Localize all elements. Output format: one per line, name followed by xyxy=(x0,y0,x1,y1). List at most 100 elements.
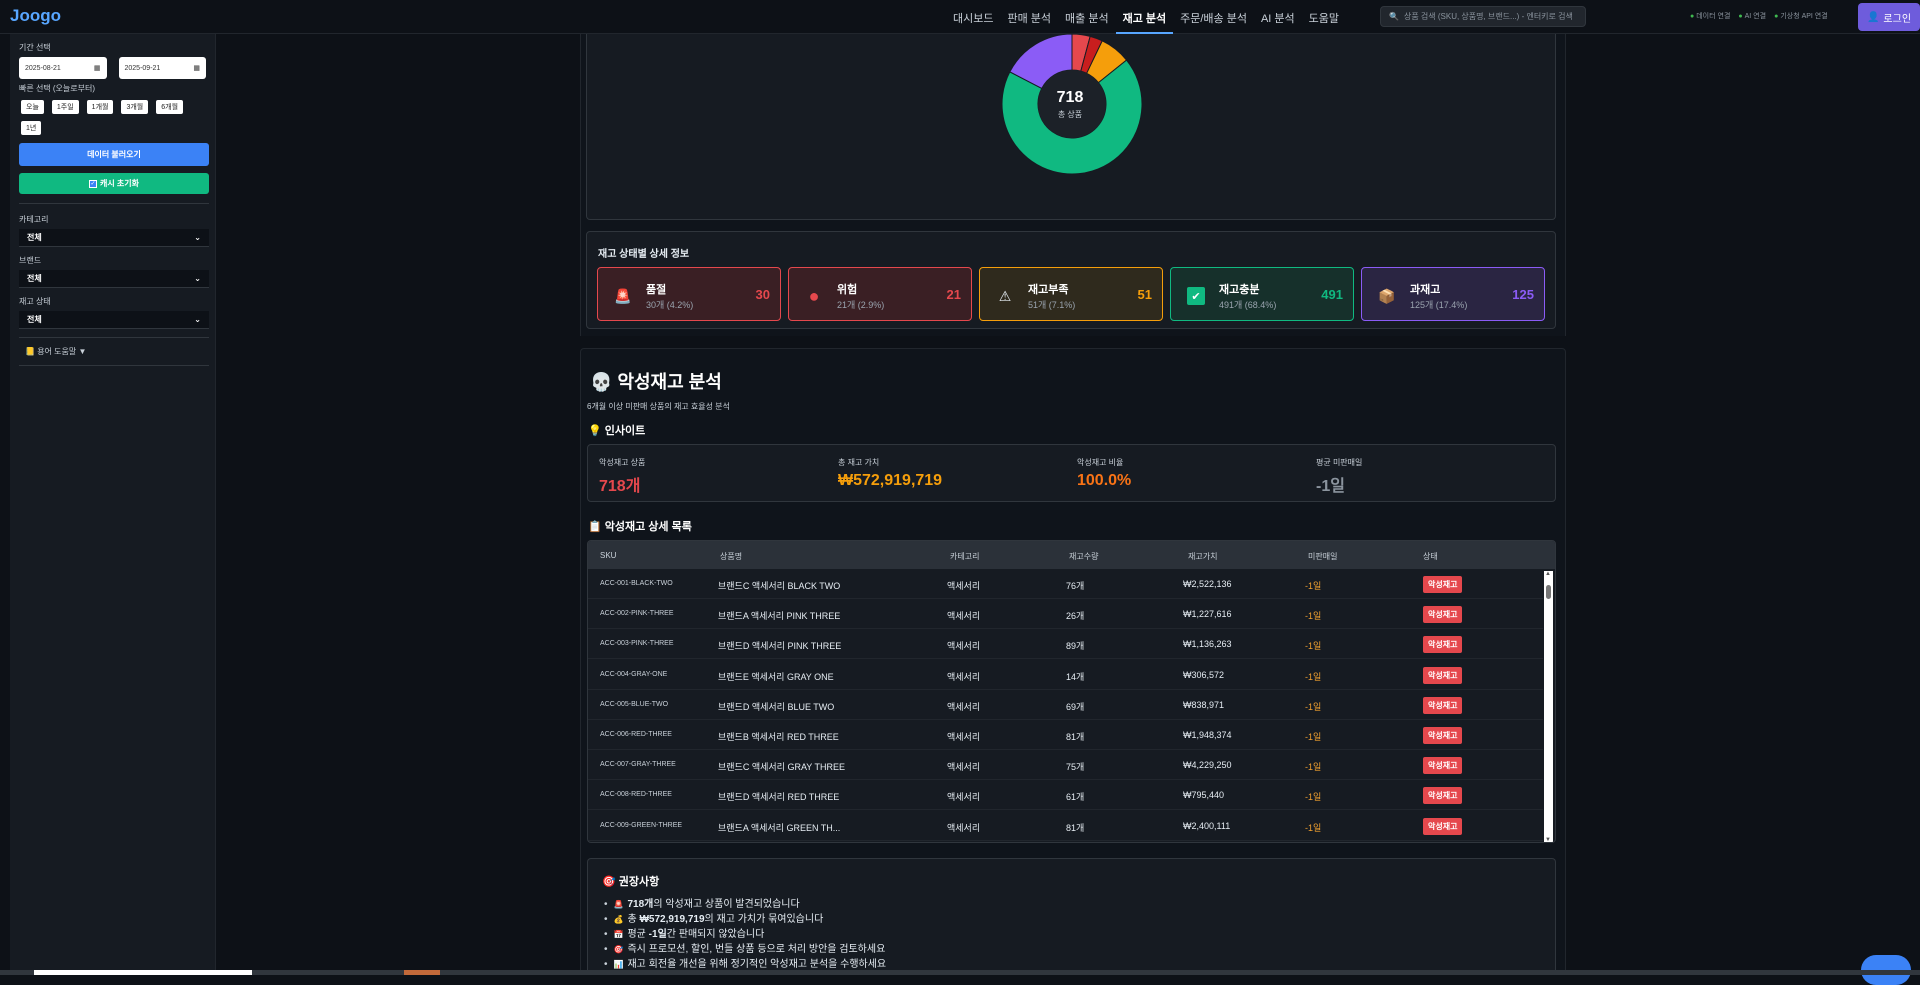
insight-metric: 악성재고 비율 100.0% xyxy=(1077,457,1131,490)
table-row[interactable]: ACC-001-BLACK-TWO 브랜드C 액세서리 BLACK TWO 액세서리… xyxy=(588,569,1543,599)
recommendations-title-text: 권장사항 xyxy=(618,876,660,888)
column-header[interactable]: 미판매일 xyxy=(1308,551,1337,562)
status-value: 491 xyxy=(1321,287,1343,302)
user-icon: 👤 xyxy=(1866,11,1880,23)
recommendation-item: 📅평균 -1일간 판매되지 않았습니다 xyxy=(604,925,886,940)
quick-select-button[interactable]: 1년 xyxy=(21,121,42,135)
insight-panel: 악성재고 상품 718개 총 재고 가치 ₩572,919,719 악성재고 비율 100… xyxy=(587,444,1556,502)
scroll-down-arrow-icon[interactable]: ▼ xyxy=(1545,837,1551,842)
nav-item[interactable]: 대시보드 xyxy=(946,0,1000,34)
nav-item[interactable]: 도움말 xyxy=(1302,0,1346,34)
start-date-input[interactable]: 2025-08-21 ▦ xyxy=(19,57,107,79)
clear-cache-button[interactable]: ✓ 캐시 초기화 xyxy=(19,173,209,194)
cell-category: 액세서리 xyxy=(947,732,981,742)
insight-value: ₩572,919,719 xyxy=(838,472,943,489)
load-data-button[interactable]: 데이터 불러오기 xyxy=(19,143,209,166)
cell-value: ₩306,572 xyxy=(1183,669,1225,680)
column-header[interactable]: 재고수량 xyxy=(1069,551,1098,562)
table-row[interactable]: ACC-008-RED-THREE 브랜드D 액세서리 RED THREE 액세서리… xyxy=(588,780,1543,811)
cell-value: ₩1,948,374 xyxy=(1183,730,1232,740)
cell-category: 액세서리 xyxy=(947,701,981,712)
column-header[interactable]: 재고가치 xyxy=(1188,551,1217,562)
brand-select[interactable]: 전체 ⌄ xyxy=(19,270,209,288)
skull-icon: 💀 xyxy=(590,372,613,392)
column-header[interactable]: 상품명 xyxy=(720,551,742,562)
table-row[interactable]: ACC-002-PINK-THREE 브랜드A 액세서리 PINK THREE 액세… xyxy=(588,599,1543,630)
quick-select-button[interactable]: 3개월 xyxy=(121,100,149,114)
quick-select-button[interactable]: 1개월 xyxy=(86,100,114,114)
table-row[interactable]: ACC-003-PINK-THREE 브랜드D 액세서리 PINK THREE 액세… xyxy=(588,629,1543,660)
stock-status-card[interactable]: 📦 과재고 125개 (17.4%) 125 xyxy=(1361,267,1545,321)
calendar-icon: ▦ xyxy=(93,65,101,72)
insight-value: 100.0% xyxy=(1077,472,1132,489)
status-weather-api: 기상청 API 연결 xyxy=(1774,11,1827,21)
quick-select-button[interactable]: 1주일 xyxy=(51,100,79,114)
cell-value: ₩2,400,111 xyxy=(1183,820,1231,831)
nav-item[interactable]: 매출 분석 xyxy=(1058,0,1116,34)
quick-select-button[interactable]: 6개월 xyxy=(156,100,184,114)
login-label: 로그인 xyxy=(1883,13,1912,25)
nav-item[interactable]: 주문/배송 분석 xyxy=(1173,0,1254,34)
status-name: 위험 xyxy=(837,284,858,296)
recommendation-icon: 📊 xyxy=(613,960,624,969)
dead-stock-subtitle: 6개월 이상 미판매 상품의 재고 효율성 분석 xyxy=(587,402,730,411)
quick-select-button[interactable]: 오늘 xyxy=(21,100,44,114)
stock-status-select[interactable]: 전체 ⌄ xyxy=(19,311,209,329)
cell-value: ₩2,522,136 xyxy=(1183,579,1232,589)
insight-title: 💡 인사이트 xyxy=(588,422,645,438)
table-row[interactable]: ACC-005-BLUE-TWO 브랜드D 액세서리 BLUE TWO 액세서리 69… xyxy=(588,690,1543,720)
recommendation-icon: 💰 xyxy=(613,915,624,924)
cell-qty: 81개 xyxy=(1066,732,1085,742)
stock-status-card[interactable]: ✔ 재고충분 491개 (68.4%) 491 xyxy=(1170,267,1354,321)
status-ai: AI 연결 xyxy=(1738,11,1766,21)
column-header[interactable]: 상태 xyxy=(1423,551,1438,562)
table-row[interactable]: ACC-009-GREEN-THREE 브랜드A 액세서리 GREEN TH...… xyxy=(588,811,1543,841)
cell-days: -1일 xyxy=(1305,792,1322,803)
stock-status-card[interactable]: ⚠ 재고부족 51개 (7.1%) 51 xyxy=(979,267,1163,321)
table-scrollbar[interactable]: ▲ ▼ xyxy=(1544,571,1553,842)
stock-status-card[interactable]: ● 위험 21개 (2.9%) 21 xyxy=(788,267,972,321)
status-count-percent: 51개 (7.1%) xyxy=(1028,300,1076,310)
bottom-scroll-thumb[interactable] xyxy=(34,970,252,975)
login-button[interactable]: 👤 로그인 xyxy=(1858,3,1920,31)
cell-name: 브랜드B 액세서리 RED THREE xyxy=(718,732,839,742)
connection-status: 데이터 연결 AI 연결 기상청 API 연결 xyxy=(1690,11,1827,21)
glossary-help-toggle[interactable]: 📒 용어 도움말 ▼ xyxy=(19,338,209,366)
nav-item[interactable]: 재고 분석 xyxy=(1115,0,1174,34)
table-header: SKU 상품명 카테고리 재고수량 재고가치 미판매일 상태 xyxy=(588,541,1555,569)
cell-category: 액세서리 xyxy=(947,792,981,803)
bottom-scrollbar[interactable] xyxy=(0,970,1920,975)
search-box[interactable]: 🔍 상품 검색 (SKU, 상품명, 브랜드...) - 엔터키로 검색 xyxy=(1380,6,1586,27)
stock-status-card[interactable]: 🚨 품절 30개 (4.2%) 30 xyxy=(597,267,781,321)
search-input[interactable]: 상품 검색 (SKU, 상품명, 브랜드...) - 엔터키로 검색 xyxy=(1404,11,1584,22)
nav-item[interactable]: AI 분석 xyxy=(1254,0,1302,34)
siren-icon: 🚨 xyxy=(614,287,632,304)
dead-stock-title-text: 악성재고 분석 xyxy=(617,372,722,392)
scroll-thumb[interactable] xyxy=(1546,585,1551,599)
recommendation-text: 의 악성재고 상품이 발견되었습니다 xyxy=(653,899,800,910)
cell-sku: ACC-004-GRAY-ONE xyxy=(600,670,668,678)
column-header[interactable]: SKU xyxy=(600,551,616,560)
table-row[interactable]: ACC-007-GRAY-THREE 브랜드C 액세서리 GRAY THREE 액세… xyxy=(588,750,1543,781)
date-range: 2025-08-21 ▦ 2025-09-21 ▦ xyxy=(19,57,206,79)
app-logo[interactable]: Joogo xyxy=(10,6,61,26)
sidebar-divider xyxy=(19,203,209,204)
table-row[interactable]: ACC-004-GRAY-ONE 브랜드E 액세서리 GRAY ONE 액세서리 14… xyxy=(588,660,1543,690)
insight-metric: 총 재고 가치 ₩572,919,719 xyxy=(838,457,942,490)
end-date-input[interactable]: 2025-09-21 ▦ xyxy=(118,57,206,79)
table-row[interactable]: ACC-006-RED-THREE 브랜드B 액세서리 RED THREE 액세서리… xyxy=(588,720,1543,750)
insight-metric: 평균 미판매일 -1일 xyxy=(1316,457,1362,496)
status-name: 품절 xyxy=(646,284,667,296)
recommendation-text: 의 재고 가치가 묶여있습니다 xyxy=(704,914,824,925)
status-count-percent: 21개 (2.9%) xyxy=(837,300,885,310)
status-count-percent: 125개 (17.4%) xyxy=(1410,300,1468,310)
insight-label: 평균 미판매일 xyxy=(1316,458,1363,467)
recommendation-item: 💰총 ₩572,919,719의 재고 가치가 묶여있습니다 xyxy=(604,910,886,925)
cell-category: 액세서리 xyxy=(947,581,981,591)
scroll-up-arrow-icon[interactable]: ▲ xyxy=(1545,571,1551,577)
glossary-help-label: 용어 도움말 xyxy=(37,347,77,356)
status-value: 125 xyxy=(1512,287,1534,302)
column-header[interactable]: 카테고리 xyxy=(950,551,979,562)
category-select[interactable]: 전체 ⌄ xyxy=(19,229,209,247)
nav-item[interactable]: 판매 분석 xyxy=(1000,0,1058,34)
